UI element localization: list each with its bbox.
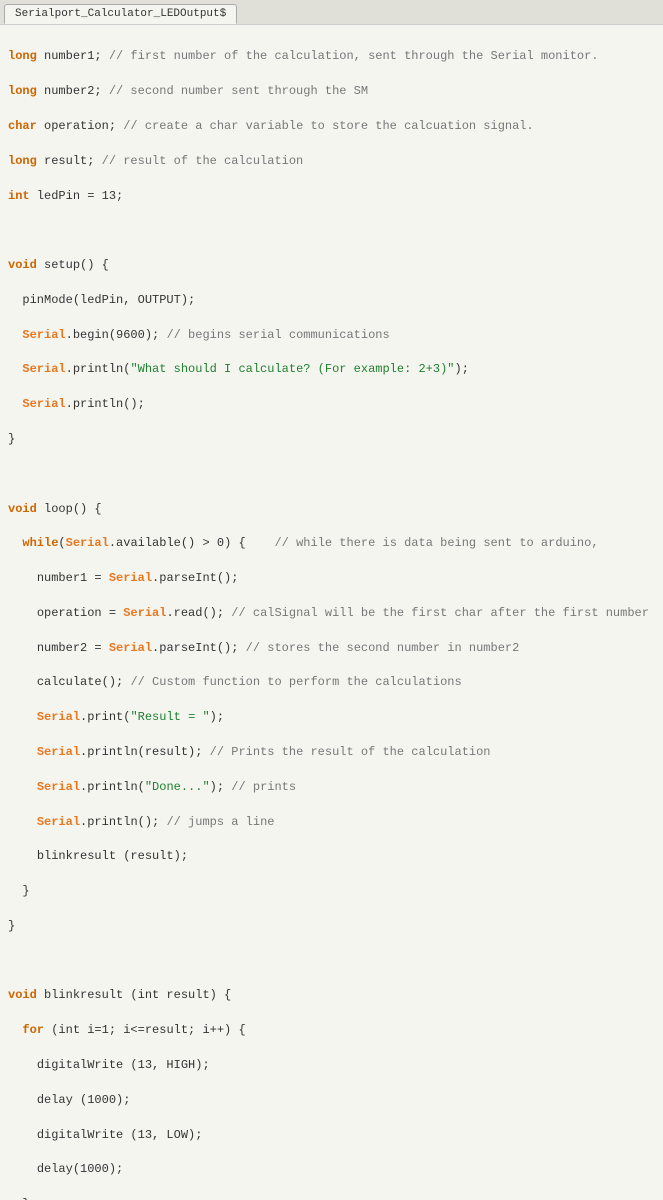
code-line	[8, 953, 655, 970]
code-line: char operation; // create a char variabl…	[8, 118, 655, 135]
code-line: long number1; // first number of the cal…	[8, 48, 655, 65]
code-line: long number2; // second number sent thro…	[8, 83, 655, 100]
code-line: Serial.begin(9600); // begins serial com…	[8, 327, 655, 344]
code-content: long number1; // first number of the cal…	[8, 48, 655, 1200]
code-line: Serial.println("What should I calculate?…	[8, 361, 655, 378]
code-line: digitalWrite (13, HIGH);	[8, 1057, 655, 1074]
window: Serialport_Calculator_LEDOutput$ long nu…	[0, 0, 663, 1200]
code-line: blinkresult (result);	[8, 848, 655, 865]
code-editor: long number1; // first number of the cal…	[0, 25, 663, 1200]
code-line: digitalWrite (13, LOW);	[8, 1127, 655, 1144]
code-line: Serial.println(); // jumps a line	[8, 814, 655, 831]
code-line: void blinkresult (int result) {	[8, 987, 655, 1004]
code-line: void loop() {	[8, 501, 655, 518]
code-line: for (int i=1; i<=result; i++) {	[8, 1022, 655, 1039]
code-line: }	[8, 431, 655, 448]
code-line: long result; // result of the calculatio…	[8, 153, 655, 170]
code-line: operation = Serial.read(); // calSignal …	[8, 605, 655, 622]
code-line: }	[8, 1196, 655, 1200]
active-tab[interactable]: Serialport_Calculator_LEDOutput$	[4, 4, 237, 24]
code-line: calculate(); // Custom function to perfo…	[8, 674, 655, 691]
code-line: }	[8, 918, 655, 935]
code-line: number1 = Serial.parseInt();	[8, 570, 655, 587]
code-line: Serial.print("Result = ");	[8, 709, 655, 726]
code-line: delay(1000);	[8, 1161, 655, 1178]
code-line: Serial.println("Done..."); // prints	[8, 779, 655, 796]
code-line: while(Serial.available() > 0) { // while…	[8, 535, 655, 552]
code-line: }	[8, 883, 655, 900]
code-line: delay (1000);	[8, 1092, 655, 1109]
code-line: pinMode(ledPin, OUTPUT);	[8, 292, 655, 309]
code-line: number2 = Serial.parseInt(); // stores t…	[8, 640, 655, 657]
code-line: void setup() {	[8, 257, 655, 274]
code-line: int ledPin = 13;	[8, 188, 655, 205]
tab-bar: Serialport_Calculator_LEDOutput$	[0, 0, 663, 25]
code-line	[8, 466, 655, 483]
code-line: Serial.println(result); // Prints the re…	[8, 744, 655, 761]
code-line	[8, 222, 655, 239]
code-line: Serial.println();	[8, 396, 655, 413]
